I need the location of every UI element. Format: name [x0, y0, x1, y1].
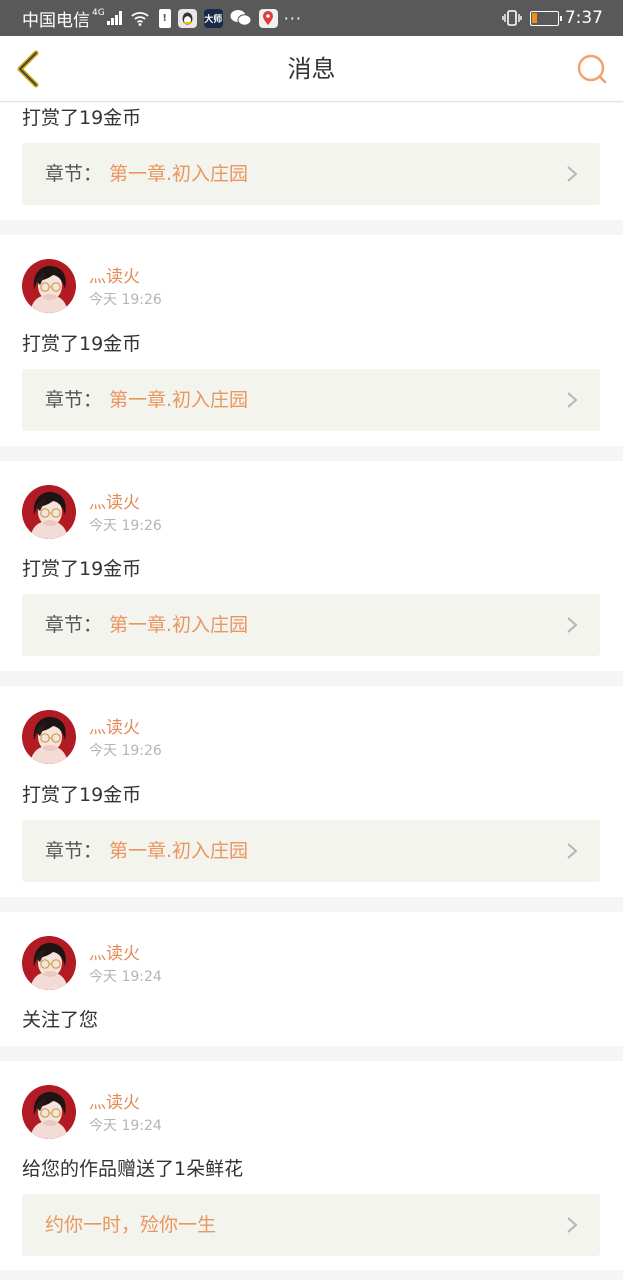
list-item: 打赏了19金币 章节： 第一章.初入庄园 — [0, 103, 623, 220]
message-text: 打赏了19金币 — [22, 784, 142, 806]
list-item: 灬读火 今天 19:24 给您的作品赠送了1朵鲜花 约你一时，殓你一生 — [0, 1061, 623, 1270]
chapter-label: 章节： — [45, 163, 103, 185]
page-title: 消息 — [287, 55, 336, 83]
clock: 7:37 — [564, 8, 603, 28]
list-item: 灬读火 今天 19:26 打赏了19金币 章节： 第一章.初入庄园 — [0, 235, 623, 446]
username[interactable]: 灬读火 — [89, 1088, 140, 1113]
avatar[interactable] — [22, 259, 76, 313]
username[interactable]: 灬读火 — [89, 262, 140, 287]
quote-link[interactable]: 约你一时，殓你一生 — [22, 1194, 600, 1256]
avatar[interactable] — [22, 936, 76, 990]
chevron-right-icon — [566, 1216, 578, 1234]
search-icon[interactable] — [575, 52, 609, 86]
chapter-label: 章节： — [45, 840, 103, 862]
network-type: 4G — [92, 8, 105, 18]
chevron-right-icon — [566, 842, 578, 860]
qq-icon — [177, 8, 197, 28]
chevron-right-icon — [566, 391, 578, 409]
message-time: 今天 19:26 — [89, 518, 162, 534]
message-time: 今天 19:26 — [89, 743, 162, 759]
chapter-link[interactable]: 章节： 第一章.初入庄园 — [22, 143, 600, 205]
map-pin-icon — [258, 8, 278, 28]
chapter-link[interactable]: 章节： 第一章.初入庄园 — [22, 594, 600, 656]
message-time: 今天 19:24 — [89, 1118, 162, 1134]
chevron-right-icon — [566, 616, 578, 634]
chapter-link[interactable]: 章节： 第一章.初入庄园 — [22, 369, 600, 431]
message-text: 关注了您 — [22, 1009, 99, 1031]
chapter-name: 第一章.初入庄园 — [109, 614, 249, 636]
message-text: 给您的作品赠送了1朵鲜花 — [22, 1158, 244, 1180]
chapter-label: 章节： — [45, 614, 103, 636]
list-item: 灬读火 今天 19:26 打赏了19金币 章节： 第一章.初入庄园 — [0, 686, 623, 897]
nav-bar: 消息 — [0, 36, 623, 102]
alert-icon: ! — [158, 8, 171, 28]
message-text: 打赏了19金币 — [22, 107, 142, 129]
carrier-label: 中国电信 — [22, 10, 90, 31]
chapter-link[interactable]: 章节： 第一章.初入庄园 — [22, 820, 600, 882]
chapter-label: 章节： — [45, 389, 103, 411]
username[interactable]: 灬读火 — [89, 713, 140, 738]
wechat-icon — [230, 9, 252, 28]
avatar[interactable] — [22, 1085, 76, 1139]
chapter-name: 第一章.初入庄园 — [109, 840, 249, 862]
signal-icon — [106, 11, 123, 25]
chapter-name: 第一章.初入庄园 — [109, 389, 249, 411]
message-time: 今天 19:24 — [89, 969, 162, 985]
avatar[interactable] — [22, 710, 76, 764]
message-text: 打赏了19金币 — [22, 333, 142, 355]
avatar[interactable] — [22, 485, 76, 539]
wifi-icon — [131, 12, 149, 26]
list-item: 灬读火 今天 19:24 关注了您 — [0, 912, 623, 1046]
list-item: 灬读火 今天 19:26 打赏了19金币 章节： 第一章.初入庄园 — [0, 461, 623, 671]
quote-text: 约你一时，殓你一生 — [45, 1214, 217, 1236]
status-bar: 中国电信 4G ! 大师 ··· 7:37 — [0, 0, 623, 36]
vibrate-icon — [502, 10, 522, 26]
dashi-icon: 大师 — [203, 8, 223, 28]
message-time: 今天 19:26 — [89, 292, 162, 308]
message-text: 打赏了19金币 — [22, 558, 142, 580]
more-dots-icon: ··· — [283, 8, 302, 28]
username[interactable]: 灬读火 — [89, 939, 140, 964]
chapter-name: 第一章.初入庄园 — [109, 163, 249, 185]
username[interactable]: 灬读火 — [89, 488, 140, 513]
message-list: 打赏了19金币 章节： 第一章.初入庄园 灬读火 今天 19:26 打赏了19金… — [0, 103, 623, 1280]
battery-level — [531, 12, 537, 23]
battery-icon — [529, 10, 562, 26]
chevron-right-icon — [566, 165, 578, 183]
